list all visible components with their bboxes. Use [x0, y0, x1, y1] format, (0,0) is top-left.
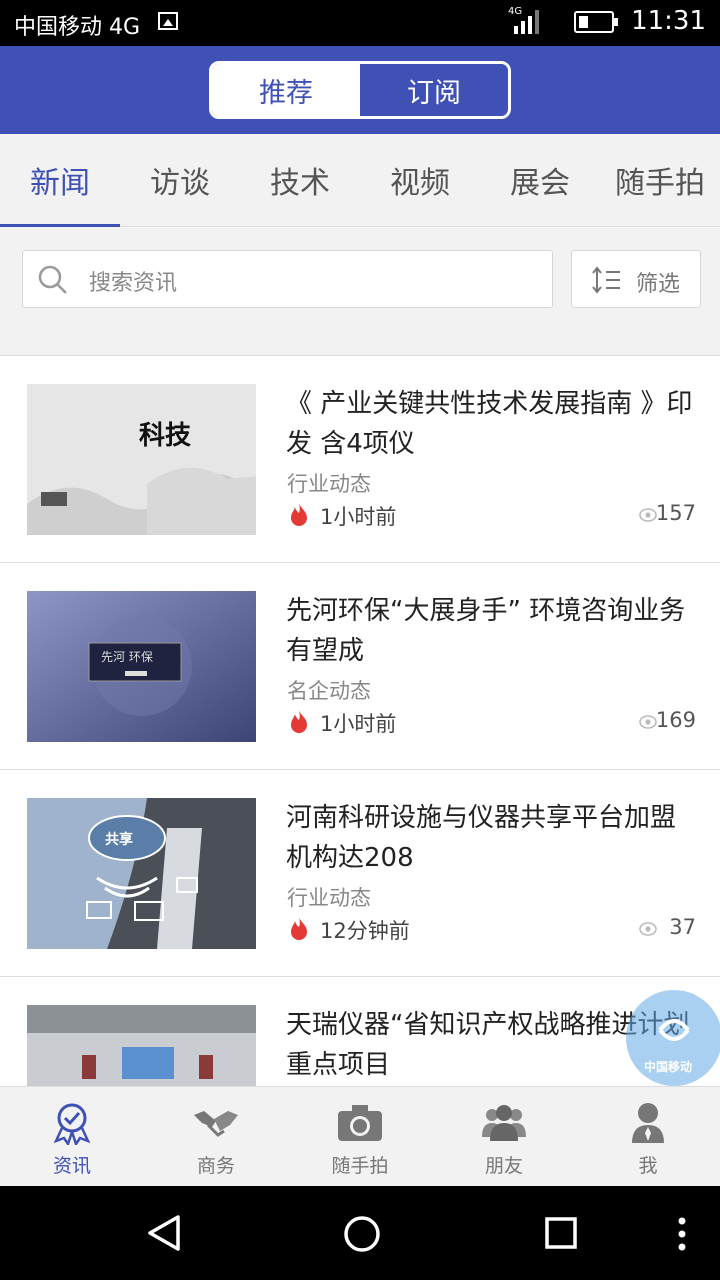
article-view-count: 37 [669, 915, 696, 939]
article-category: 行业动态 [287, 472, 371, 496]
fire-icon [291, 503, 307, 526]
nav-news[interactable]: 资讯 [0, 1087, 144, 1187]
article-category: 名企动态 [287, 679, 371, 703]
tab-interview[interactable]: 访谈 [120, 134, 240, 226]
search-input[interactable]: 搜索资讯 [22, 250, 553, 308]
article-time: 1小时前 [320, 505, 397, 529]
search-icon [38, 265, 67, 294]
article-time: 1小时前 [320, 712, 397, 736]
clock: 11:31 [631, 6, 706, 36]
tab-news[interactable]: 新闻 [0, 134, 120, 227]
search-placeholder: 搜索资讯 [89, 271, 178, 296]
feed-segmented-control: 推荐 订阅 [209, 61, 511, 119]
status-bar: 中国移动 4G 4G 11:31 [0, 0, 720, 46]
segment-recommend[interactable]: 推荐 [212, 64, 360, 116]
network-badge: 4G [508, 6, 522, 17]
article-list: 科技 《 产业关键共性技术发展指南 》印发 含4项仪 行业动态 1小时前 157… [0, 355, 720, 1087]
badge-check-icon [53, 1103, 91, 1145]
floating-badge-label: 中国移动 [644, 1060, 693, 1074]
article-item[interactable]: 共享 河南科研设施与仪器共享平台加盟机构达208 行业动态 12分钟前 37 [0, 770, 720, 977]
battery-level [579, 16, 588, 28]
carrier-label: 中国移动 4G [14, 15, 141, 40]
handshake-icon [194, 1111, 238, 1137]
category-tabs: 新闻 访谈 技术 视频 展会 随手拍 [0, 134, 720, 227]
search-area: 搜索资讯 筛选 [0, 227, 720, 355]
nav-me[interactable]: 我 [576, 1087, 720, 1187]
signal-icon: 4G [508, 6, 539, 34]
more-options-icon[interactable] [677, 1216, 687, 1252]
article-thumbnail: 科技 [27, 384, 256, 535]
people-icon [482, 1105, 526, 1141]
image-notification-icon [158, 12, 178, 30]
article-title: 《 产业关键共性技术发展指南 》印发 含4项仪 [286, 389, 693, 459]
article-thumbnail [27, 1005, 256, 1087]
back-icon[interactable] [146, 1214, 182, 1252]
carrier-logo-icon [658, 1019, 690, 1041]
nav-label: 随手拍 [331, 1155, 389, 1177]
fire-icon [291, 917, 307, 940]
nav-label: 朋友 [484, 1155, 523, 1177]
app-header: 推荐 订阅 [0, 46, 720, 134]
recents-icon[interactable] [544, 1216, 578, 1250]
filter-button[interactable]: 筛选 [571, 250, 701, 308]
article-thumbnail: 共享 [27, 798, 256, 949]
article-category: 行业动态 [287, 886, 371, 910]
article-item[interactable]: 科技 《 产业关键共性技术发展指南 》印发 含4项仪 行业动态 1小时前 157 [0, 356, 720, 563]
nav-label: 商务 [196, 1155, 235, 1177]
article-time: 12分钟前 [320, 919, 410, 943]
article-thumbnail: 先河 环保 [27, 591, 256, 742]
article-view-count: 157 [655, 501, 696, 525]
article-title: 河南科研设施与仪器共享平台加盟机构达208 [286, 803, 677, 873]
article-item[interactable]: 先河 环保 先河环保“大展身手” 环境咨询业务有望成 名企动态 1小时前 169 [0, 563, 720, 770]
bottom-navigation: 资讯 商务 随手拍 朋友 我 [0, 1086, 720, 1187]
sort-icon [592, 266, 620, 294]
home-icon[interactable] [343, 1215, 381, 1253]
nav-snapshot[interactable]: 随手拍 [288, 1087, 432, 1187]
article-item[interactable]: 天瑞仪器“省知识产权战略推进计划重点项目 [0, 977, 720, 1087]
eye-icon [639, 922, 657, 936]
tab-exhibition[interactable]: 展会 [480, 134, 600, 226]
tab-technology[interactable]: 技术 [240, 134, 360, 226]
system-navigation-bar [0, 1186, 720, 1280]
thumb-caption: 科技 [139, 421, 191, 451]
segment-subscribe[interactable]: 订阅 [360, 64, 508, 116]
article-title: 先河环保“大展身手” 环境咨询业务有望成 [286, 596, 686, 666]
person-icon [632, 1103, 664, 1143]
nav-friends[interactable]: 朋友 [432, 1087, 576, 1187]
filter-label: 筛选 [636, 272, 681, 297]
nav-business[interactable]: 商务 [144, 1087, 288, 1187]
nav-label: 资讯 [52, 1155, 91, 1177]
nav-label: 我 [638, 1155, 658, 1177]
fire-icon [291, 710, 307, 733]
camera-icon [338, 1105, 382, 1141]
thumb-caption: 共享 [105, 831, 133, 848]
tab-video[interactable]: 视频 [360, 134, 480, 226]
thumb-caption: 先河 环保 [101, 650, 153, 664]
battery-icon [574, 11, 618, 33]
article-view-count: 169 [655, 708, 696, 732]
floating-carrier-badge[interactable]: 中国移动 [626, 990, 720, 1086]
tab-snapshot[interactable]: 随手拍 [600, 134, 720, 226]
